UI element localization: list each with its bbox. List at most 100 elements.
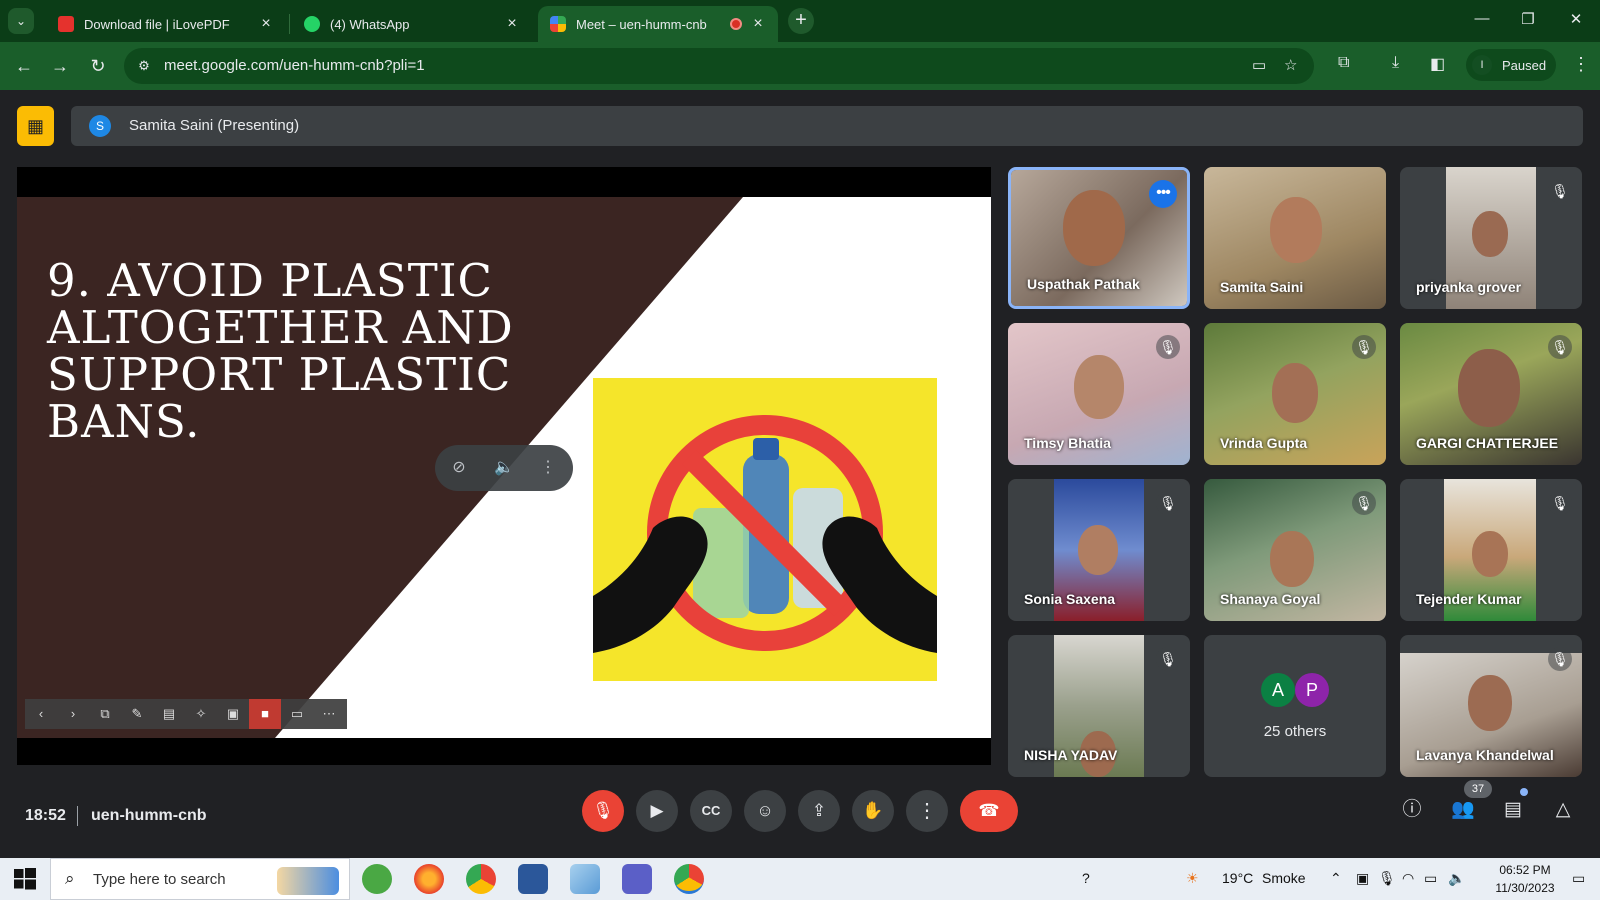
address-bar[interactable]: ⚙ meet.google.com/uen-humm-cnb?pli=1 ▭ ☆ [124,48,1314,84]
presentation-icon[interactable]: ▦ [17,106,54,146]
close-tab-icon[interactable]: × [750,15,766,33]
windows-taskbar: ⌕ Type here to search ? ☀ 19°C Smoke ⌃ ▣… [0,858,1600,900]
participant-tile-lavanya-khandelwal[interactable]: 🎙 Lavanya Khandelwal [1400,635,1582,777]
hand-icon: ✋ [862,801,884,820]
display-settings-icon[interactable]: ▭ [281,699,313,729]
firefox-app-icon[interactable] [414,864,444,894]
subtitles-icon[interactable]: ▤ [153,699,185,729]
tab-search-chevron-icon[interactable]: ⌄ [8,8,34,34]
minimize-window-icon[interactable]: — [1462,10,1502,27]
chrome-active-app-icon[interactable] [674,864,704,894]
close-window-icon[interactable]: ✕ [1556,10,1596,28]
more-options-button[interactable]: ⋮ [906,790,948,832]
see-all-slides-icon[interactable]: ⧉ [89,699,121,729]
word-app-icon[interactable] [518,864,548,894]
profile-button[interactable]: I Paused [1466,49,1556,81]
zoom-slide-icon[interactable]: ▣ [217,699,249,729]
weather-temperature[interactable]: 19°C [1222,870,1253,886]
restore-window-icon[interactable]: ❐ [1508,10,1548,28]
url-text[interactable]: meet.google.com/uen-humm-cnb?pli=1 [164,57,425,74]
ilovepdf-favicon-icon [58,16,74,32]
tab-label: (4) WhatsApp [330,16,410,32]
others-avatars: A P [1261,673,1329,707]
microphone-off-button[interactable]: 🎙 [582,790,624,832]
teams-app-icon[interactable] [622,864,652,894]
unpin-icon[interactable]: ⊘ [447,456,471,480]
weather-description[interactable]: Smoke [1262,870,1306,886]
participant-tile-sonia-saxena[interactable]: 🎙 Sonia Saxena [1008,479,1190,621]
people-icon[interactable]: 👥 [1448,795,1478,825]
participant-name: Shanaya Goyal [1220,591,1321,607]
close-tab-icon[interactable]: × [504,15,520,33]
participant-video [1074,355,1124,419]
more-options-icon[interactable]: ⋮ [536,456,560,480]
participant-tile-gargi-chatterjee[interactable]: 🎙 GARGI CHATTERJEE [1400,323,1582,465]
browser-menu-icon[interactable]: ⋮ [1572,54,1590,75]
volume-icon[interactable]: 🔈 [1448,870,1465,887]
laser-pointer-icon[interactable]: ✧ [185,699,217,729]
raise-hand-button[interactable]: ✋ [852,790,894,832]
utorrent-app-icon[interactable] [362,864,392,894]
tab-meet[interactable]: Meet – uen-humm-cnb × [538,6,778,42]
camera-toggle-icon[interactable]: ■ [249,699,281,729]
wifi-icon[interactable]: ◠ [1402,870,1414,887]
taskbar-search[interactable]: ⌕ Type here to search [50,858,350,900]
chevron-up-icon[interactable]: ⌃ [1330,870,1342,887]
close-tab-icon[interactable]: × [258,15,274,33]
tab-ilovepdf[interactable]: Download file | iLovePDF × [46,6,286,42]
present-screen-icon: ⇪ [811,801,827,820]
reload-icon[interactable]: ↻ [86,54,110,78]
mic-off-icon: 🎙 [1548,179,1572,203]
new-tab-button[interactable]: + [788,8,814,34]
participant-tile-shanaya-goyal[interactable]: 🎙 Shanaya Goyal [1204,479,1386,621]
extensions-puzzle-icon[interactable]: ⧉ [1338,54,1349,72]
participant-tile-tejender-kumar[interactable]: 🎙 Tejender Kumar [1400,479,1582,621]
clock-date: 11/30/2023 [1495,881,1555,895]
bookmark-star-icon[interactable]: ☆ [1284,56,1297,74]
help-icon[interactable]: ? [1082,870,1090,886]
camera-in-use-icon[interactable]: ▭ [1252,56,1266,74]
previous-slide-icon[interactable]: ‹ [25,699,57,729]
notifications-icon[interactable]: ▭ [1572,870,1585,887]
leave-call-button[interactable]: ☎ [960,790,1018,832]
participant-video [1063,190,1125,266]
activities-icon[interactable]: △ [1548,795,1578,825]
site-info-icon[interactable]: ⚙ [134,56,154,76]
participant-video [1078,525,1118,575]
forward-arrow-icon[interactable]: → [48,54,72,78]
participant-tile-priyanka-grover[interactable]: 🎙 priyanka grover [1400,167,1582,309]
windows-start-icon[interactable] [14,868,36,890]
participant-tile-others[interactable]: A P 25 others [1204,635,1386,777]
mute-presentation-icon[interactable]: 🔈 [492,456,516,480]
tab-whatsapp[interactable]: (4) WhatsApp × [292,6,532,42]
reactions-button[interactable]: ☺ [744,790,786,832]
weather-icon: ☀ [1186,870,1199,886]
next-slide-icon[interactable]: › [57,699,89,729]
side-panel-icon[interactable]: ◧ [1430,54,1445,74]
files-app-icon[interactable] [570,864,600,894]
participant-tile-timsy-bhatia[interactable]: 🎙 Timsy Bhatia [1008,323,1190,465]
camera-icon: ▶ [650,801,664,820]
pen-icon[interactable]: ✎ [121,699,153,729]
download-icon[interactable]: ⤓ [1392,54,1399,72]
slide-title-line: SUPPORT PLASTIC [47,348,512,401]
system-clock[interactable]: 06:52 PM 11/30/2023 [1485,861,1565,897]
chrome-app-icon[interactable] [466,864,496,894]
participant-tile-uspathak-pathak[interactable]: ••• Uspathak Pathak [1008,167,1190,309]
slide-title-line: BANS. [47,395,201,448]
device-icon[interactable]: ▣ [1356,870,1369,887]
back-arrow-icon[interactable]: ← [12,54,36,78]
meeting-details-icon[interactable]: ⓘ [1397,795,1427,825]
participant-tile-samita-saini[interactable]: Samita Saini [1204,167,1386,309]
microphone-icon[interactable]: 🎙 [1378,870,1396,887]
present-screen-button[interactable]: ⇪ [798,790,840,832]
more-slideshow-options-icon[interactable]: ⋯ [313,699,345,729]
captions-button[interactable]: CC [690,790,732,832]
slide-title-line: 9. AVOID PLASTIC [47,254,493,307]
camera-button[interactable]: ▶ [636,790,678,832]
participant-tile-vrinda-gupta[interactable]: 🎙 Vrinda Gupta [1204,323,1386,465]
chat-icon[interactable]: ▤ [1498,795,1528,825]
battery-icon[interactable]: ▭ [1424,870,1437,887]
participant-tile-nisha-yadav[interactable]: 🎙 NISHA YADAV [1008,635,1190,777]
more-options-icon[interactable]: ••• [1149,180,1177,208]
